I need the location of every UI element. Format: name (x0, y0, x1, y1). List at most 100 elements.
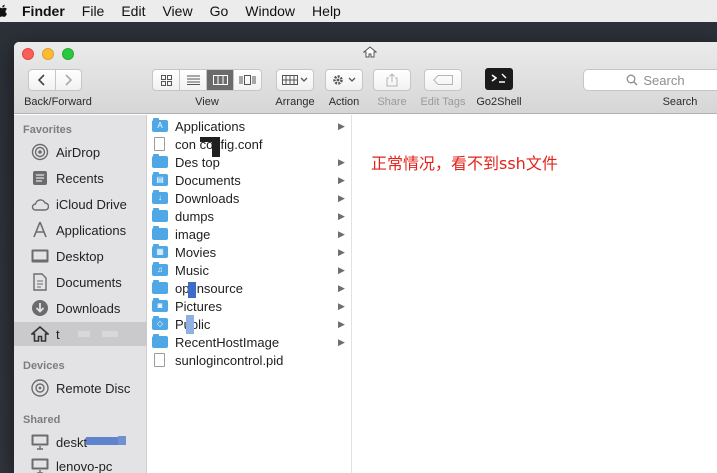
coverflow-view-icon (239, 75, 256, 85)
menu-edit[interactable]: Edit (121, 3, 145, 19)
redaction-mark (118, 436, 126, 445)
search-placeholder: Search (643, 72, 685, 88)
terminal-icon (491, 73, 507, 83)
arrange-button[interactable] (276, 69, 314, 91)
file-name: Movies (175, 244, 217, 260)
public-folder-icon: ◇ (152, 316, 168, 330)
list-item[interactable]: ↓ Downloads ▶ (148, 189, 352, 207)
list-item[interactable]: ♫ Music ▶ (148, 261, 352, 279)
menu-view[interactable]: View (162, 3, 192, 19)
movies-folder-icon: ▦ (152, 244, 168, 258)
redaction-mark (212, 141, 220, 157)
sidebar-item-airdrop[interactable]: AirDrop (14, 140, 147, 164)
chevron-left-icon (37, 74, 45, 86)
cloud-icon (30, 194, 50, 214)
sidebar-item-documents[interactable]: Documents (14, 270, 147, 294)
folder-icon (152, 334, 168, 348)
list-item[interactable]: RecentHostImage ▶ (148, 333, 352, 351)
view-mode-control (152, 69, 262, 91)
share-label: Share (377, 96, 407, 108)
column-view-button[interactable] (207, 70, 234, 90)
sidebar-item-applications[interactable]: Applications (14, 218, 147, 242)
forward-button[interactable] (56, 70, 82, 90)
redaction-mark (186, 315, 194, 334)
recents-icon (30, 168, 50, 188)
chevron-right-icon (65, 74, 73, 86)
list-item[interactable]: image ▶ (148, 225, 352, 243)
share-button[interactable] (373, 69, 411, 91)
list-item[interactable]: ▤ Documents ▶ (148, 171, 352, 189)
icon-view-button[interactable] (153, 70, 180, 90)
sidebar-heading-favorites: Favorites (23, 124, 72, 136)
sidebar-item-label: AirDrop (56, 144, 101, 160)
arrange-icon (282, 75, 308, 85)
list-item[interactable]: Des top ▶ (148, 153, 352, 171)
list-item[interactable]: ◙ Pictures ▶ (148, 297, 352, 315)
sidebar-item-recents[interactable]: Recents (14, 166, 147, 190)
chevron-right-icon: ▶ (338, 246, 345, 257)
list-item[interactable]: opensource ▶ (148, 279, 352, 297)
sidebar-item-shared-computer[interactable]: deskt (14, 430, 147, 454)
go2shell-button[interactable] (485, 68, 513, 90)
chevron-right-icon: ▶ (338, 300, 345, 311)
folder-icon (152, 280, 168, 294)
list-item[interactable]: ▦ Movies ▶ (148, 243, 352, 261)
computer-icon (30, 432, 50, 452)
sidebar-item-label: t (56, 326, 60, 342)
sidebar-item-shared-computer-2[interactable]: lenovo-pc (14, 454, 147, 473)
close-button[interactable] (22, 48, 34, 60)
menu-finder[interactable]: Finder (22, 3, 65, 19)
file-column: A Applications ▶ con config.conf Des top… (148, 115, 352, 473)
file-name: Documents (175, 172, 241, 188)
documents-folder-icon: ▤ (152, 172, 168, 186)
chevron-right-icon: ▶ (338, 192, 345, 203)
window-toolbar: Back/Forward View Arrange Action Share E… (14, 42, 717, 114)
minimize-button[interactable] (42, 48, 54, 60)
back-button[interactable] (29, 70, 56, 90)
list-item[interactable]: dumps ▶ (148, 207, 352, 225)
sidebar-item-label: Documents (56, 274, 122, 290)
desktop-icon (30, 246, 50, 266)
file-name: image (175, 226, 211, 242)
menubar: Finder File Edit View Go Window Help (0, 0, 717, 22)
list-item[interactable]: A Applications ▶ (148, 117, 352, 135)
view-label: View (195, 96, 219, 108)
sidebar-heading-devices: Devices (23, 360, 65, 372)
list-item[interactable]: con config.conf (148, 135, 352, 153)
list-item[interactable]: ◇ Public ▶ (148, 315, 352, 333)
applications-icon (30, 220, 50, 240)
edit-tags-button[interactable] (424, 69, 462, 91)
list-view-button[interactable] (180, 70, 207, 90)
chevron-right-icon: ▶ (338, 120, 345, 131)
disc-icon (30, 378, 50, 398)
document-icon (154, 353, 165, 367)
sidebar-item-desktop[interactable]: Desktop (14, 244, 147, 268)
menu-file[interactable]: File (82, 3, 105, 19)
back-forward-label: Back/Forward (24, 96, 92, 108)
sidebar-item-icloud-drive[interactable]: iCloud Drive (14, 192, 147, 216)
menu-help[interactable]: Help (312, 3, 341, 19)
sidebar: Favorites AirDrop Recents iCloud Drive A… (14, 115, 147, 473)
apple-icon[interactable] (0, 0, 8, 22)
sidebar-item-downloads[interactable]: Downloads (14, 296, 147, 320)
sidebar-heading-shared: Shared (23, 414, 61, 426)
zoom-button[interactable] (62, 48, 74, 60)
applications-folder-icon: A (152, 118, 168, 132)
list-item[interactable]: sunlogincontrol.pid (148, 351, 352, 369)
sidebar-item-label: Downloads (56, 300, 121, 316)
menu-go[interactable]: Go (210, 3, 229, 19)
sidebar-item-label: deskt (56, 434, 88, 450)
menu-window[interactable]: Window (245, 3, 295, 19)
action-button[interactable] (325, 69, 363, 91)
coverflow-view-button[interactable] (234, 70, 261, 90)
share-icon (386, 73, 398, 87)
file-name: Des top (175, 154, 220, 170)
search-field[interactable]: Search (583, 69, 717, 91)
sidebar-item-label: lenovo-pc (56, 458, 113, 473)
redaction-mark (78, 331, 90, 337)
edit-tags-label: Edit Tags (420, 96, 466, 108)
sidebar-item-remote-disc[interactable]: Remote Disc (14, 376, 147, 400)
chevron-right-icon: ▶ (338, 282, 345, 293)
sidebar-item-label: iCloud Drive (56, 196, 127, 212)
gear-icon (333, 75, 356, 85)
